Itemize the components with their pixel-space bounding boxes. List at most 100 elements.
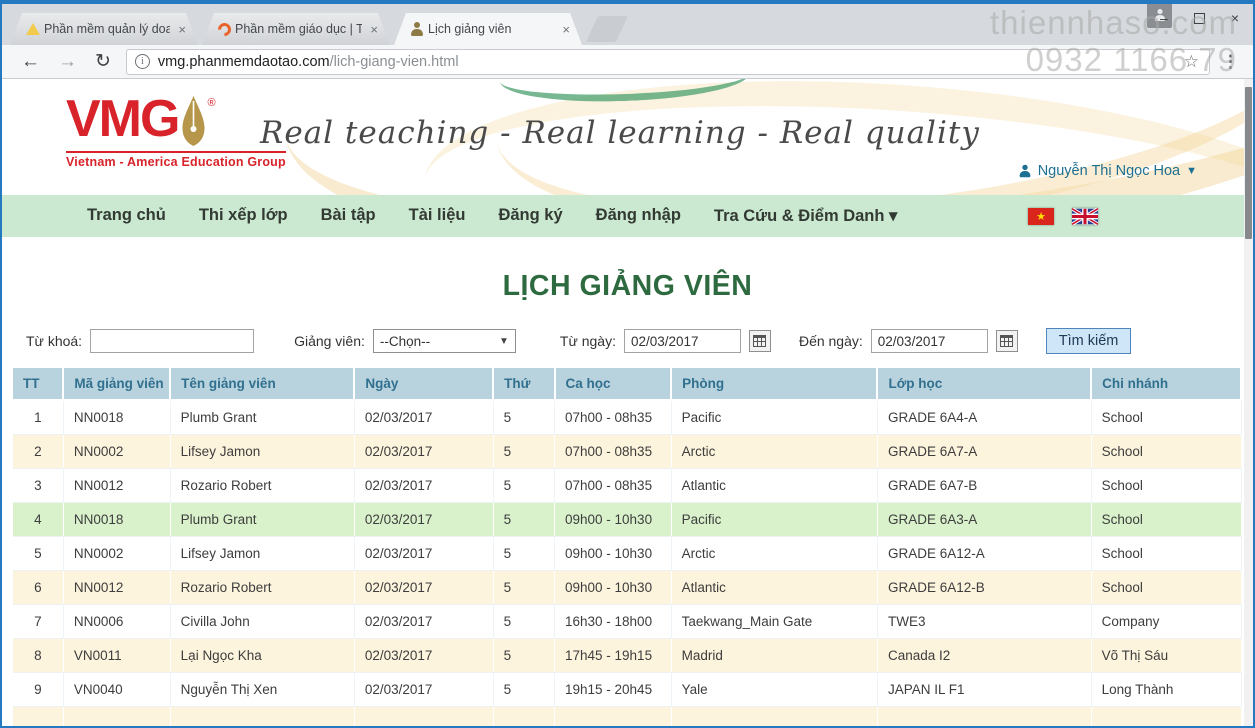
cell-ten-giang-vien: Plumb Grant	[170, 503, 354, 537]
browser-window: thiennhaso.com 0932 1166 79 Phần mềm quả…	[0, 0, 1255, 728]
cell-lop-hoc: GRADE 6A4-A	[877, 400, 1091, 435]
refresh-button[interactable]: ↻	[86, 50, 120, 73]
cell-thu: 5	[493, 469, 554, 503]
column-header: Lớp học	[877, 368, 1091, 400]
tab-close-icon[interactable]: ×	[174, 22, 190, 37]
cell-ca-hoc: 07h00 - 08h35	[555, 435, 672, 469]
site-banner: VMG ® Vietnam - America Education Group …	[2, 79, 1253, 195]
bookmark-star-icon[interactable]: ☆	[1182, 52, 1201, 72]
cell-ten-giang-vien: Plumb Grant	[170, 400, 354, 435]
person-badge-icon	[410, 22, 424, 36]
cell-ca-hoc: 07h00 - 08h35	[555, 400, 672, 435]
vietnam-flag-icon[interactable]: ★	[1028, 208, 1054, 225]
tab-lich-giang-vien[interactable]: Lịch giảng viên ×	[394, 13, 582, 45]
logo-text: VMG	[66, 95, 178, 143]
filter-bar: Từ khoá: Giảng viên: --Chọn-- ▼ Từ ngày:…	[26, 328, 1229, 354]
cell-phong: Arctic	[671, 435, 877, 469]
back-button[interactable]: ←	[12, 51, 49, 73]
cell-chi-nhanh: School	[1091, 537, 1241, 571]
cell-thu: 5	[493, 537, 554, 571]
cell-ngay: 02/03/2017	[354, 605, 493, 639]
cell-tt: 8	[13, 639, 63, 673]
cell-lop-hoc: GRADE 6A12-A	[877, 537, 1091, 571]
nav-item[interactable]: Bài tập	[321, 206, 376, 226]
teacher-label: Giảng viên:	[294, 333, 365, 349]
nav-item[interactable]: Tài liệu	[409, 206, 466, 226]
url-text[interactable]: vmg.phanmemdaotao.com/lich-giang-vien.ht…	[158, 54, 1182, 70]
nav-item[interactable]: Đăng ký	[498, 206, 562, 226]
from-date-input[interactable]	[624, 329, 741, 353]
cell-phong: Madrid	[671, 639, 877, 673]
calendar-icon	[753, 335, 766, 347]
cell-ten-giang-vien: Rozario Robert	[170, 571, 354, 605]
maximize-button[interactable]	[1194, 13, 1205, 24]
nav-item[interactable]: Trang chủ	[87, 206, 166, 226]
browser-menu-icon[interactable]: ⋮	[1218, 52, 1243, 72]
column-header: Chi nhánh	[1091, 368, 1241, 400]
cell-lop-hoc: GRADE 6A7-A	[877, 435, 1091, 469]
cell-chi-nhanh: School	[1091, 503, 1241, 537]
cell-ma-giang-vien: NN0002	[63, 537, 170, 571]
cell-ten-giang-vien: Lại Ngọc Kha	[170, 639, 354, 673]
keyword-input[interactable]	[90, 329, 254, 353]
table-body: 1 NN0018 Plumb Grant 02/03/2017 5 07h00 …	[13, 400, 1241, 726]
cell-ma-giang-vien: NN0012	[63, 469, 170, 503]
search-button[interactable]: Tìm kiếm	[1046, 328, 1132, 354]
to-date-input[interactable]	[871, 329, 988, 353]
cell-ma-giang-vien: VN0040	[63, 673, 170, 707]
select-arrow-icon: ▼	[499, 336, 509, 347]
cell-ca-hoc: 09h00 - 10h30	[555, 503, 672, 537]
page-info-icon[interactable]: i	[135, 54, 150, 69]
cell-ma-giang-vien: NN0018	[63, 400, 170, 435]
tab-giao-duc[interactable]: Phần mềm giáo dục | Tiế ×	[202, 13, 390, 45]
uk-flag-icon[interactable]	[1072, 208, 1098, 225]
table-row: 5 NN0002 Lifsey Jamon 02/03/2017 5 09h00…	[13, 537, 1241, 571]
from-date-calendar-button[interactable]	[749, 330, 771, 352]
user-menu[interactable]: Nguyễn Thị Ngọc Hoa ▼	[1018, 163, 1197, 179]
forward-button[interactable]: →	[49, 51, 86, 73]
tab-close-icon[interactable]: ×	[558, 22, 574, 37]
table-row: 9 VN0040 Nguyễn Thị Xen 02/03/2017 5 19h…	[13, 673, 1241, 707]
cell-thu: 5	[493, 435, 554, 469]
cell-lop-hoc: GRADE 6A12-B	[877, 571, 1091, 605]
cell-thu: 5	[493, 639, 554, 673]
address-bar[interactable]: i vmg.phanmemdaotao.com/lich-giang-vien.…	[126, 49, 1210, 75]
cell-lop-hoc: TWE3	[877, 605, 1091, 639]
scrollbar-thumb[interactable]	[1245, 87, 1252, 239]
chevron-down-icon: ▼	[1186, 165, 1197, 177]
cell-ngay: 02/03/2017	[354, 537, 493, 571]
tab-quan-ly-doanh[interactable]: Phần mềm quản lý doanh ×	[10, 13, 198, 45]
vmg-logo[interactable]: VMG ® Vietnam - America Education Group	[66, 95, 286, 169]
cell-chi-nhanh: School	[1091, 400, 1241, 435]
cell-thu: 5	[493, 673, 554, 707]
tab-strip: Phần mềm quản lý doanh × Phần mềm giáo d…	[2, 4, 1253, 45]
cell-ca-hoc: 09h00 - 10h30	[555, 571, 672, 605]
cell-tt: 3	[13, 469, 63, 503]
close-button[interactable]: ×	[1231, 10, 1239, 26]
page-scrollbar[interactable]	[1244, 79, 1253, 726]
column-header: Thứ	[493, 368, 554, 400]
green-swoosh-decoration	[499, 79, 751, 105]
user-name: Nguyễn Thị Ngọc Hoa	[1038, 163, 1180, 179]
minimize-button[interactable]: –	[1160, 10, 1168, 26]
table-row: 7 NN0006 Civilla John 02/03/2017 5 16h30…	[13, 605, 1241, 639]
cell-ten-giang-vien: Lifsey Jamon	[170, 435, 354, 469]
to-date-calendar-button[interactable]	[996, 330, 1018, 352]
cell-ca-hoc: 07h00 - 08h35	[555, 469, 672, 503]
column-header: Phòng	[671, 368, 877, 400]
teacher-select[interactable]: --Chọn-- ▼	[373, 329, 516, 353]
cell-phong: Atlantic	[671, 469, 877, 503]
keyword-label: Từ khoá:	[26, 333, 82, 349]
new-tab-button[interactable]	[586, 16, 628, 42]
nav-item[interactable]: Tra Cứu & Điểm Danh ▾	[714, 206, 897, 226]
cell-phong	[671, 707, 877, 727]
nav-item[interactable]: Đăng nhập	[596, 206, 681, 226]
cell-ma-giang-vien: NN0012	[63, 571, 170, 605]
cell-tt: 1	[13, 400, 63, 435]
nav-item[interactable]: Thi xếp lớp	[199, 206, 288, 226]
cell-phong: Pacific	[671, 400, 877, 435]
from-date-label: Từ ngày:	[560, 333, 616, 349]
page-title: LỊCH GIẢNG VIÊN	[2, 270, 1253, 303]
slogan-text: Real teaching - Real learning - Real qua…	[260, 115, 980, 151]
tab-close-icon[interactable]: ×	[366, 22, 382, 37]
